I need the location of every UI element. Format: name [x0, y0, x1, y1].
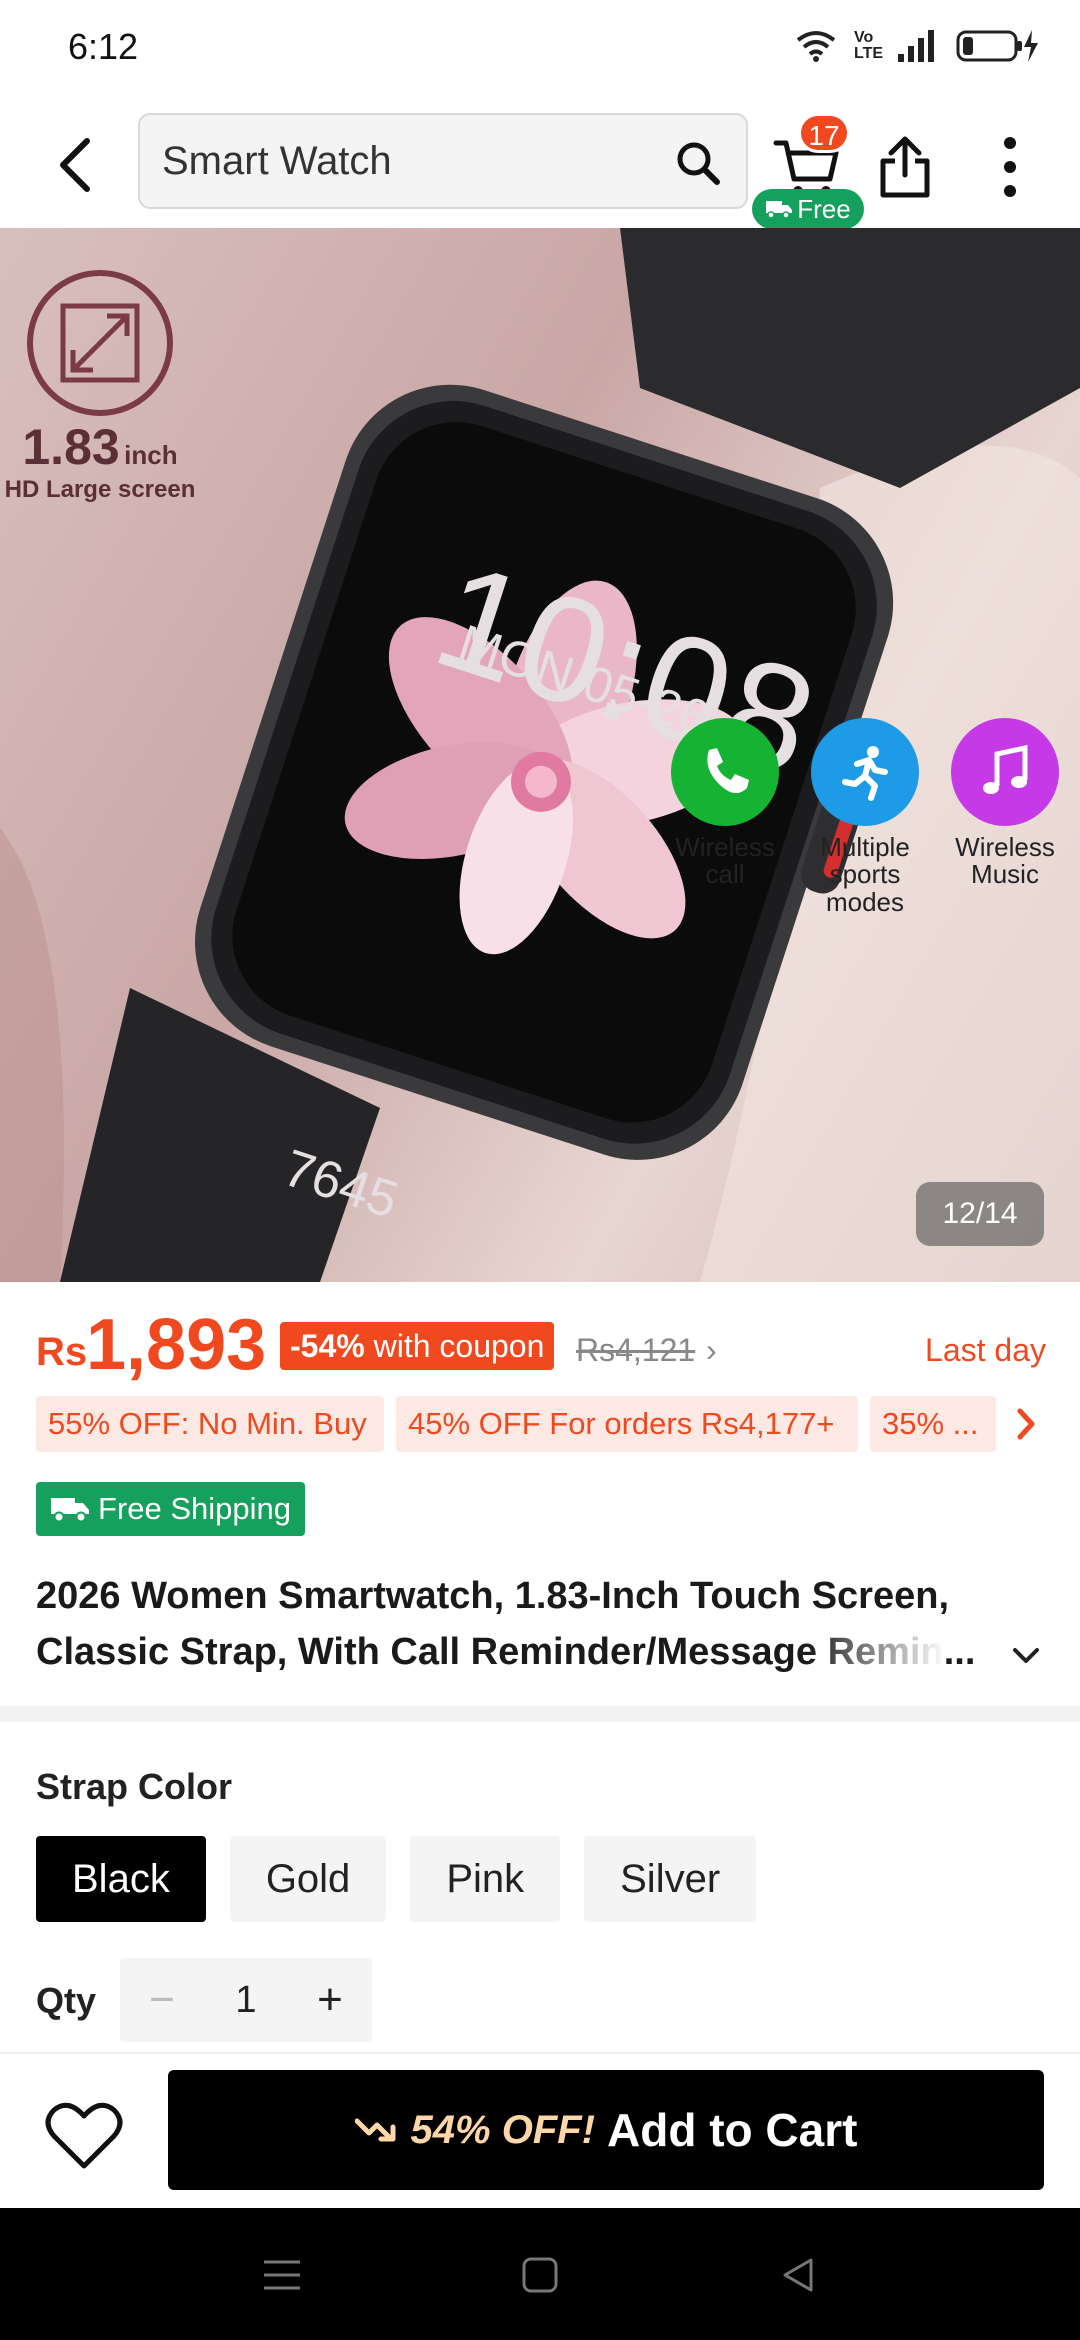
promo-row: 55% OFF: No Min. Buy 45% OFF For orders … — [36, 1396, 1046, 1452]
recents-button[interactable] — [252, 2250, 312, 2300]
search-box[interactable] — [138, 113, 748, 209]
section-divider — [0, 1706, 1080, 1722]
expand-icon — [27, 270, 173, 416]
home-button[interactable] — [510, 2250, 570, 2300]
cart-free-label: Free — [797, 194, 851, 224]
wishlist-button[interactable] — [40, 2096, 128, 2176]
qty-increase-button[interactable]: + — [288, 1958, 372, 2042]
promo-chip[interactable]: 35% ... — [870, 1396, 996, 1452]
cart-free-badge: Free — [752, 189, 864, 229]
system-back-button[interactable] — [768, 2250, 828, 2300]
cta-discount: 54% OFF! — [410, 2107, 596, 2152]
bottom-action-bar: 54% OFF! Add to Cart — [0, 2052, 1080, 2208]
phone-icon — [671, 718, 779, 826]
more-vertical-icon — [1004, 137, 1016, 197]
chevron-down-icon[interactable] — [1006, 1636, 1046, 1676]
add-to-cart-button[interactable]: 54% OFF! Add to Cart — [168, 2070, 1044, 2190]
strap-option-gold[interactable]: Gold — [229, 1836, 387, 1922]
product-title[interactable]: 2026 Women Smartwatch, 1.83-Inch Touch S… — [36, 1568, 1016, 1680]
quantity-stepper: − 1 + — [120, 1958, 372, 2042]
screen-size-badge: 1.83 inch HD Large screen — [0, 268, 200, 504]
triangle-back-icon — [783, 2258, 813, 2292]
chevron-right-icon[interactable]: › — [706, 1332, 717, 1369]
screen-size-desc: HD Large screen — [4, 476, 196, 503]
system-nav-bar — [0, 2208, 1080, 2340]
running-icon — [811, 718, 919, 826]
feature-wireless-music: Wireless Music — [940, 718, 1070, 889]
original-price[interactable]: Rs4,121 — [576, 1332, 695, 1369]
feature-label: Multiple sports modes — [820, 832, 910, 917]
more-options-button[interactable] — [975, 127, 1045, 207]
music-note-icon — [951, 718, 1059, 826]
heart-icon — [45, 2102, 123, 2169]
trend-down-icon — [354, 2118, 396, 2142]
top-nav-bar: 17 Free — [0, 105, 1080, 229]
screen-size-unit: inch — [124, 440, 178, 470]
cart-button[interactable]: 17 Free — [752, 113, 864, 229]
free-shipping-badge: Free Shipping — [36, 1482, 306, 1536]
qty-decrease-button[interactable]: − — [120, 1958, 204, 2042]
feature-wireless-call: Wireless call — [655, 718, 795, 889]
promo-more-chevron-icon[interactable] — [1006, 1404, 1046, 1444]
promo-chip[interactable]: 45% OFF For orders Rs4,177+ — [396, 1396, 858, 1452]
search-input[interactable] — [162, 133, 642, 189]
free-shipping-label: Free Shipping — [98, 1491, 292, 1526]
feature-sports-modes: Multiple sports modes — [800, 718, 930, 916]
price-currency: Rs — [36, 1330, 88, 1374]
back-button[interactable] — [40, 125, 110, 205]
coupon-text: with coupon — [373, 1328, 545, 1364]
strap-color-options: Black Gold Pink Silver — [36, 1836, 757, 1922]
search-icon[interactable] — [670, 135, 726, 191]
battery-icon — [956, 30, 1038, 62]
strap-option-silver[interactable]: Silver — [584, 1836, 757, 1922]
share-button[interactable] — [870, 127, 940, 207]
screen-size-value: 1.83 — [22, 419, 120, 475]
qty-label: Qty — [36, 1980, 97, 2021]
promo-chip[interactable]: 55% OFF: No Min. Buy — [36, 1396, 384, 1452]
image-counter: 12/14 — [916, 1182, 1044, 1246]
volte-icon: Vo LTE — [854, 29, 884, 62]
deadline-label: Last day — [925, 1332, 1046, 1368]
status-time: 6:12 — [68, 26, 139, 67]
coupon-tag[interactable]: -54% with coupon — [280, 1322, 555, 1370]
strap-option-pink[interactable]: Pink — [410, 1836, 561, 1922]
home-square-icon — [522, 2257, 558, 2293]
truck-icon — [766, 201, 793, 219]
product-image-carousel[interactable]: 1.83 inch HD Large screen 10:08 MON 05-2… — [0, 228, 1080, 1282]
cta-label: Add to Cart — [607, 2104, 858, 2156]
qty-value[interactable]: 1 — [204, 1979, 288, 2022]
wifi-icon — [796, 31, 836, 62]
sale-price: 1,893 — [86, 1305, 267, 1385]
strap-option-black[interactable]: Black — [36, 1836, 206, 1922]
menu-icon — [264, 2260, 300, 2290]
price-row: Rs 1,893 -54% with coupon Rs4,121 › Last… — [36, 1305, 1046, 1385]
share-icon — [880, 136, 930, 198]
strap-color-label: Strap Color — [36, 1766, 233, 1807]
status-icons: Vo LTE — [794, 28, 1040, 64]
signal-icon — [898, 30, 934, 62]
title-fade — [806, 1624, 946, 1680]
coupon-percent: -54% — [290, 1328, 365, 1364]
feature-label: Wireless Music — [955, 832, 1055, 890]
back-arrow-icon — [60, 138, 90, 192]
cart-count-badge: 17 — [798, 113, 850, 153]
truck-icon — [51, 1498, 89, 1523]
status-bar: 6:12 Vo LTE — [0, 0, 1080, 100]
feature-label: Wireless call — [675, 832, 775, 890]
